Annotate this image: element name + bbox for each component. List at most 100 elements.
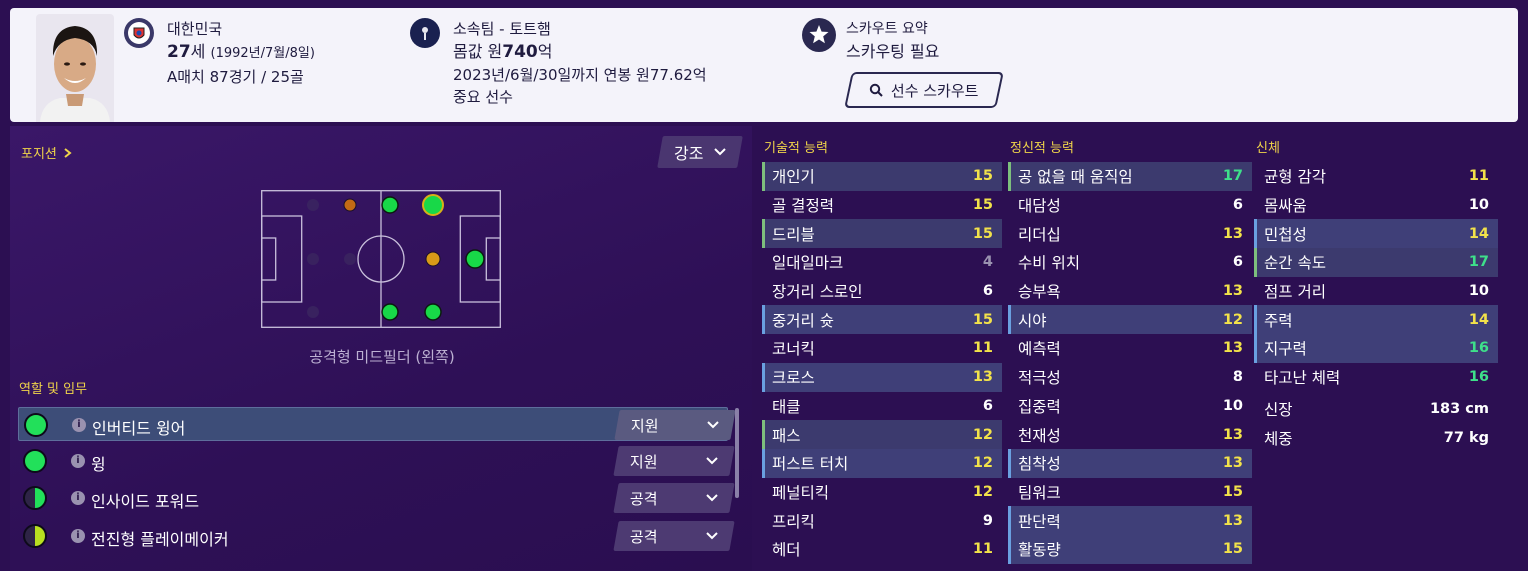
info-icon[interactable]: i: [71, 491, 85, 505]
attribute-name: 리더십: [1018, 225, 1061, 244]
attribute-name: 신장: [1264, 400, 1293, 419]
attribute-row[interactable]: 프리킥 9: [762, 506, 1002, 535]
attribute-row[interactable]: 순간 속도 17: [1254, 248, 1498, 277]
attribute-value: 77 kg: [1443, 429, 1489, 446]
attribute-value: 15: [972, 197, 993, 214]
role-row[interactable]: i 전진형 플레이메이커 공격: [18, 519, 735, 553]
club-name: 소속팀 - 토트햄: [453, 20, 551, 38]
attribute-row[interactable]: 적극성 8: [1008, 363, 1252, 392]
age-suffix: 세: [190, 42, 206, 61]
attribute-row[interactable]: 지구력 16: [1254, 334, 1498, 363]
attribute-value: 11: [1468, 168, 1489, 185]
international-caps: A매치 87경기 / 25골: [167, 68, 304, 86]
attribute-row[interactable]: 패스 12: [762, 420, 1002, 449]
attribute-row[interactable]: 승부욕 13: [1008, 277, 1252, 306]
attribute-row[interactable]: 태클 6: [762, 392, 1002, 421]
nation-info: 대한민국 27세 (1992년/7월/8일) A매치 87경기 / 25골: [167, 18, 315, 88]
attribute-row[interactable]: 천재성 13: [1008, 420, 1252, 449]
scout-summary-title: 스카우트 요약: [846, 21, 928, 37]
duty-label: 공격: [630, 527, 658, 546]
attribute-row[interactable]: 균형 감각 11: [1254, 162, 1498, 191]
attribute-row[interactable]: 예측력 13: [1008, 334, 1252, 363]
attribute-name: 페널티킥: [772, 483, 830, 502]
attribute-value: 183 cm: [1429, 400, 1489, 417]
attribute-row[interactable]: 활동량 15: [1008, 534, 1252, 564]
attribute-row[interactable]: 페널티킥 12: [762, 478, 1002, 507]
attribute-row[interactable]: 코너킥 11: [762, 334, 1002, 363]
attribute-name: 활동량: [1018, 541, 1061, 560]
roles-scrollbar[interactable]: [735, 408, 739, 498]
attribute-name: 장거리 스로인: [772, 283, 863, 302]
attribute-row[interactable]: 침착성 13: [1008, 448, 1252, 478]
attribute-row[interactable]: 판단력 13: [1008, 506, 1252, 535]
info-icon[interactable]: i: [71, 454, 85, 468]
positions-link[interactable]: 포지션: [21, 143, 72, 162]
attribute-value: 10: [1468, 197, 1489, 214]
attribute-row[interactable]: 주력 14: [1254, 305, 1498, 335]
role-name: 인사이드 포워드: [91, 492, 200, 511]
attribute-value: 16: [1468, 369, 1489, 386]
scout-player-button[interactable]: 선수 스카우트: [844, 72, 1004, 108]
attribute-row[interactable]: 수비 위치 6: [1008, 248, 1252, 277]
position-marker: [424, 303, 442, 321]
attribute-row[interactable]: 드리블 15: [762, 219, 1002, 249]
mental-attributes: 정신적 능력 공 없을 때 움직임 17 대담성 6 리더십 13 수비 위치 6 승부욕 13 시…: [1008, 140, 1252, 564]
attribute-value: 13: [1222, 225, 1243, 242]
attribute-row[interactable]: 리더십 13: [1008, 219, 1252, 248]
value-line: 몸값 원740억: [453, 40, 707, 64]
emphasis-dropdown[interactable]: 강조: [657, 136, 743, 168]
attribute-name: 중거리 슛: [772, 311, 834, 330]
duty-dropdown[interactable]: 지원: [614, 410, 736, 440]
attribute-row[interactable]: 체중 77 kg: [1254, 423, 1498, 452]
role-name: 인버티드 윙어: [92, 419, 186, 438]
info-icon[interactable]: i: [72, 418, 86, 432]
attribute-row[interactable]: 공 없을 때 움직임 17: [1008, 162, 1252, 191]
attribute-row[interactable]: 골 결정력 15: [762, 191, 1002, 220]
attribute-row[interactable]: 대담성 6: [1008, 191, 1252, 220]
attribute-value: 15: [1222, 541, 1243, 558]
attribute-name: 일대일마크: [772, 254, 844, 273]
physical-attributes: 신체 균형 감각 11 몸싸움 10 민첩성 14 순간 속도 17 점프 거리 10 주력 14 지구…: [1254, 140, 1498, 452]
attribute-row[interactable]: 크로스 13: [762, 362, 1002, 392]
attribute-name: 판단력: [1018, 512, 1061, 531]
attribute-row[interactable]: 헤더 11: [762, 535, 1002, 564]
attribute-value: 17: [1468, 254, 1489, 271]
duty-dropdown[interactable]: 공격: [613, 521, 735, 551]
attribute-name: 팀워크: [1018, 483, 1061, 502]
duty-dropdown[interactable]: 지원: [613, 446, 735, 476]
attribute-row[interactable]: 팀워크 15: [1008, 478, 1252, 507]
attribute-name: 대담성: [1018, 197, 1061, 216]
attribute-row[interactable]: 일대일마크 4: [762, 248, 1002, 277]
attribute-row[interactable]: 개인기 15: [762, 162, 1002, 191]
value-prefix: 몸값 원: [453, 42, 503, 61]
attribute-value: 6: [1232, 254, 1243, 271]
attribute-name: 예측력: [1018, 340, 1061, 359]
attribute-row[interactable]: 점프 거리 10: [1254, 277, 1498, 306]
attribute-row[interactable]: 몸싸움 10: [1254, 191, 1498, 220]
role-row[interactable]: i 윙 지원: [18, 444, 735, 478]
attribute-name: 태클: [772, 397, 801, 416]
attribute-name: 시야: [1018, 311, 1047, 330]
position-marker: [381, 303, 399, 321]
attribute-row[interactable]: 중거리 슛 15: [762, 305, 1002, 335]
role-row[interactable]: i 인사이드 포워드 공격: [18, 481, 735, 515]
attribute-row[interactable]: 민첩성 14: [1254, 219, 1498, 249]
scout-status: 스카우팅 필요: [846, 42, 940, 61]
attribute-row[interactable]: 퍼스트 터치 12: [762, 448, 1002, 478]
national-emblem-icon: [124, 18, 154, 48]
role-row[interactable]: i 인버티드 윙어 지원: [18, 407, 736, 441]
squad-status: 중요 선수: [453, 88, 513, 106]
attribute-value: 17: [1222, 168, 1243, 185]
chevron-down-icon: [714, 148, 726, 156]
info-icon[interactable]: i: [71, 529, 85, 543]
attribute-row[interactable]: 타고난 체력 16: [1254, 363, 1498, 392]
attribute-row[interactable]: 집중력 10: [1008, 392, 1252, 421]
attribute-row[interactable]: 장거리 스로인 6: [762, 277, 1002, 306]
duty-dropdown[interactable]: 공격: [613, 483, 735, 513]
attribute-row[interactable]: 신장 183 cm: [1254, 395, 1498, 424]
club-crest-icon: [410, 18, 440, 48]
emphasis-label: 강조: [674, 144, 704, 163]
attribute-value: 13: [972, 369, 993, 386]
attribute-row[interactable]: 시야 12: [1008, 305, 1252, 335]
role-rating-icon: [23, 524, 47, 548]
